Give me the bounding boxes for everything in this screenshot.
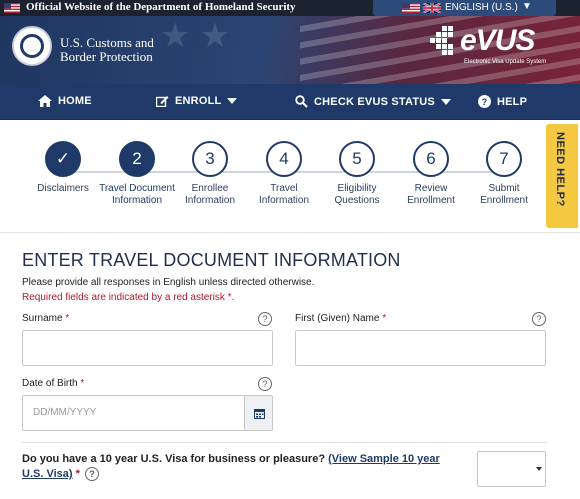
step-enrollee-information[interactable]: 3 Enrollee Information (170, 141, 250, 207)
chevron-down-icon (536, 467, 542, 471)
chevron-down-icon (227, 98, 238, 105)
surname-label: Surname * (22, 313, 70, 324)
us-flag-icon (4, 3, 20, 13)
step-2-circle: 2 (119, 141, 155, 177)
view-sample-visa-link-continued[interactable]: U.S. Visa) (22, 468, 73, 480)
step-3-circle: 3 (192, 141, 228, 177)
dob-label: Date of Birth * (22, 378, 85, 389)
need-help-tab[interactable]: NEED HELP? (546, 124, 578, 228)
edit-icon (156, 96, 169, 108)
agency-name-line2: Border Protection (60, 49, 153, 64)
required-fields-note: Required fields are indicated by a red a… (22, 292, 235, 303)
progress-stepper: ✓ Disclaimers 2 Travel Document Informat… (0, 121, 580, 233)
language-label: ENGLISH (U.S.) (445, 2, 518, 13)
nav-home[interactable]: HOME (38, 95, 92, 108)
nav-home-label: HOME (58, 95, 92, 108)
calendar-button[interactable] (244, 395, 273, 431)
step-disclaimers[interactable]: ✓ Disclaimers (23, 141, 103, 195)
calendar-icon (254, 409, 265, 419)
step-travel-document[interactable]: 2 Travel Document Information (97, 141, 177, 207)
stars-decoration: ★ ★ (160, 17, 231, 55)
nav-enroll[interactable]: ENROLL (156, 95, 238, 108)
nav-check-status[interactable]: CHECK EVUS STATUS (295, 95, 451, 108)
step-5-label: Eligibility Questions (334, 183, 380, 206)
visa-select[interactable] (477, 451, 546, 487)
dob-placeholder: DD/MM/YYYY (33, 407, 97, 418)
official-banner: Official Website of the Department of Ho… (0, 0, 580, 16)
main-nav: HOME ENROLL CHECK EVUS STATUS ? HELP (0, 84, 580, 120)
evus-logo-subtitle: Electronic Visa Update System (464, 59, 547, 65)
form-intro: Please provide all responses in English … (22, 277, 315, 288)
first-name-label: First (Given) Name * (295, 313, 387, 324)
first-name-help-icon[interactable]: ? (532, 312, 546, 326)
nav-check-status-label: CHECK EVUS STATUS (314, 95, 435, 108)
surname-input[interactable] (22, 330, 273, 366)
official-website-text: Official Website of the Department of Ho… (26, 1, 296, 13)
step-travel-information[interactable]: 4 Travel Information (244, 141, 324, 207)
surname-help-icon[interactable]: ? (258, 312, 272, 326)
search-icon (295, 95, 308, 108)
dhs-seal-icon (12, 26, 52, 66)
nav-help[interactable]: ? HELP (478, 95, 527, 108)
view-sample-visa-link[interactable]: (View Sample 10 year (328, 453, 440, 465)
step-1-circle: ✓ (45, 141, 81, 177)
visa-help-icon[interactable]: ? (84, 467, 99, 482)
need-help-label: NEED HELP? (554, 132, 566, 207)
step-7-label: Submit Enrollment (480, 183, 528, 206)
nav-enroll-label: ENROLL (175, 95, 222, 108)
us-flag-icon (402, 3, 420, 13)
step-3-label: Enrollee Information (184, 183, 236, 206)
step-6-label: Review Enrollment (407, 183, 455, 206)
uk-flag-icon (423, 3, 441, 13)
chevron-down-icon: ▼ (522, 1, 532, 12)
dob-input[interactable]: DD/MM/YYYY (22, 395, 245, 431)
step-4-label: Travel Information (258, 183, 310, 206)
svg-text:?: ? (482, 97, 488, 107)
evus-logo-icon (430, 26, 453, 55)
step-submit-enrollment[interactable]: 7 Submit Enrollment (464, 141, 544, 207)
dob-help-icon[interactable]: ? (258, 377, 272, 391)
step-5-circle: 5 (339, 141, 375, 177)
agency-name-line1: U.S. Customs and (60, 35, 154, 50)
form-title: ENTER TRAVEL DOCUMENT INFORMATION (22, 250, 401, 270)
step-7-circle: 7 (486, 141, 522, 177)
home-icon (38, 95, 52, 108)
chevron-down-icon (440, 98, 451, 105)
step-4-circle: 4 (266, 141, 302, 177)
visa-question: Do you have a 10 year U.S. Visa for busi… (22, 453, 440, 482)
first-name-input[interactable] (295, 330, 546, 366)
section-divider (22, 442, 547, 443)
step-eligibility-questions[interactable]: 5 Eligibility Questions (317, 141, 397, 207)
language-selector[interactable]: ENGLISH (U.S.) ▼ (373, 0, 556, 16)
nav-help-label: HELP (497, 95, 528, 108)
site-header: ★ ★ U.S. Customs and Border Protection e… (0, 16, 580, 84)
step-review-enrollment[interactable]: 6 Review Enrollment (391, 141, 471, 207)
evus-logo-text: eVUS (460, 24, 535, 57)
step-2-label: Travel Document Information (99, 183, 175, 206)
help-circle-icon: ? (478, 95, 491, 108)
step-6-circle: 6 (413, 141, 449, 177)
agency-name[interactable]: U.S. Customs and Border Protection (60, 36, 154, 64)
step-1-label: Disclaimers (37, 183, 89, 194)
